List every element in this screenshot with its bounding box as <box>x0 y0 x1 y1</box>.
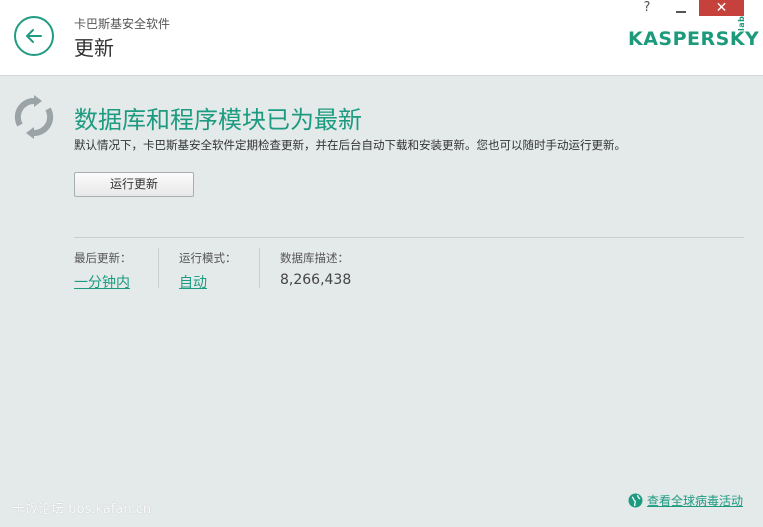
close-button[interactable]: ✕ <box>699 0 744 16</box>
status-title: 数据库和程序模块已为最新 <box>74 106 362 134</box>
globe-icon <box>628 493 643 507</box>
column-separator <box>158 248 159 288</box>
page-title: 更新 <box>74 36 114 60</box>
database-value: 8,266,438 <box>280 272 352 288</box>
column-separator <box>259 248 260 288</box>
kaspersky-logo: KASPERSKY lab <box>628 16 759 54</box>
database-info: 数据库描述： 8,266,438 <box>280 250 351 288</box>
logo-text: KASPERSKY <box>628 28 760 50</box>
header-bar: 卡巴斯基安全软件 更新 ? ✕ KASPERSKY lab <box>0 0 763 76</box>
last-update-label: 最后更新： <box>74 251 132 265</box>
global-activity-link[interactable]: 查看全球病毒活动 <box>628 491 743 509</box>
global-activity-link-text[interactable]: 查看全球病毒活动 <box>647 492 743 509</box>
help-button[interactable]: ? <box>640 0 654 16</box>
forum-watermark: 卡饭论坛 bbs.kafan.cn <box>12 502 152 517</box>
database-label: 数据库描述： <box>280 251 349 265</box>
run-mode-info: 运行模式： 自动 <box>179 250 237 292</box>
app-name: 卡巴斯基安全软件 <box>74 17 171 31</box>
refresh-icon <box>14 95 54 139</box>
divider <box>74 237 744 238</box>
arrow-left-icon <box>26 29 42 43</box>
logo-suffix: lab <box>737 15 746 31</box>
last-update-link[interactable]: 一分钟内 <box>74 272 132 292</box>
minimize-button[interactable] <box>668 0 694 16</box>
run-update-button[interactable]: 运行更新 <box>74 172 194 197</box>
run-mode-link[interactable]: 自动 <box>179 272 237 292</box>
last-update-info: 最后更新： 一分钟内 <box>74 250 132 292</box>
back-button[interactable] <box>14 16 54 56</box>
status-description: 默认情况下，卡巴斯基安全软件定期检查更新，并在后台自动下载和安装更新。您也可以随… <box>74 138 626 152</box>
run-mode-label: 运行模式： <box>179 251 237 265</box>
